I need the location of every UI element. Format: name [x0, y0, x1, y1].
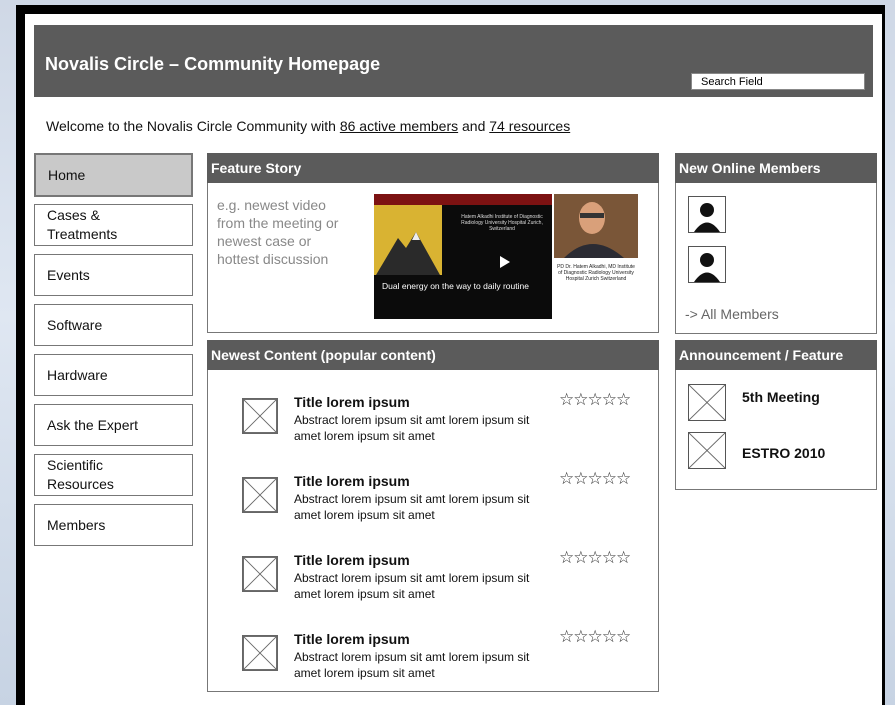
- nav-item-label: Hardware: [47, 366, 108, 383]
- nav-item-label: Cases & Treatments: [47, 207, 118, 242]
- video-caption: Dual energy on the way to daily routine: [382, 281, 529, 291]
- image-placeholder-icon: [242, 477, 278, 513]
- content-item[interactable]: Title lorem ipsum Abstract lorem ipsum s…: [242, 548, 662, 620]
- content-item-abstract: Abstract lorem ipsum sit amt lorem ipsum…: [294, 650, 530, 680]
- content-item-title[interactable]: Title lorem ipsum: [294, 552, 410, 568]
- feature-story-heading: Feature Story: [207, 153, 659, 183]
- video-slide-image: [374, 205, 442, 275]
- content-item-title[interactable]: Title lorem ipsum: [294, 473, 410, 489]
- content-item[interactable]: Title lorem ipsum Abstract lorem ipsum s…: [242, 390, 662, 462]
- rating-stars-icon[interactable]: ☆☆☆☆☆: [559, 627, 631, 647]
- nav-item-label: Software: [47, 316, 103, 333]
- nav-item-hardware[interactable]: Hardware: [34, 354, 193, 396]
- video-small-text: Hatem Alkadhi Institute of Diagnostic Ra…: [461, 214, 543, 232]
- welcome-message: Welcome to the Novalis Circle Community …: [46, 118, 570, 134]
- image-placeholder-icon: [242, 635, 278, 671]
- image-placeholder-icon: [688, 384, 726, 421]
- nav-item-label: Ask the Expert: [47, 416, 139, 433]
- person-silhouette-icon: [694, 203, 720, 232]
- all-members-link[interactable]: -> All Members: [685, 306, 779, 322]
- nav-item-label: Home: [48, 166, 86, 183]
- nav-item-label: Events: [47, 266, 90, 283]
- announcement-item-label[interactable]: ESTRO 2010: [742, 445, 825, 461]
- speaker-photo: [554, 194, 638, 258]
- image-placeholder-icon: [242, 556, 278, 592]
- image-placeholder-icon: [242, 398, 278, 434]
- active-members-link[interactable]: 86 active members: [340, 118, 458, 134]
- rating-stars-icon[interactable]: ☆☆☆☆☆: [559, 548, 631, 568]
- nav-item-home[interactable]: Home: [34, 153, 193, 197]
- nav-item-events[interactable]: Events: [34, 254, 193, 296]
- play-icon[interactable]: [500, 256, 510, 268]
- search-input[interactable]: Search Field: [691, 73, 865, 90]
- feature-video[interactable]: Hatem Alkadhi Institute of Diagnostic Ra…: [374, 194, 552, 319]
- nav-item-label: Members: [47, 516, 106, 533]
- nav-item-scientific-resources[interactable]: Scientific Resources: [34, 454, 193, 496]
- nav-item-software[interactable]: Software: [34, 304, 193, 346]
- nav-item-cases-treatments[interactable]: Cases & Treatments: [34, 204, 193, 246]
- welcome-prefix: Welcome to the Novalis Circle Community …: [46, 118, 340, 134]
- content-item[interactable]: Title lorem ipsum Abstract lorem ipsum s…: [242, 627, 662, 699]
- mountain-icon: [376, 232, 440, 275]
- site-header: Novalis Circle – Community Homepage Sear…: [34, 25, 873, 97]
- content-item-title[interactable]: Title lorem ipsum: [294, 631, 410, 647]
- content-item-abstract: Abstract lorem ipsum sit amt lorem ipsum…: [294, 571, 530, 601]
- rating-stars-icon[interactable]: ☆☆☆☆☆: [559, 469, 631, 489]
- person-silhouette-icon: [694, 253, 720, 282]
- online-members-panel: New Online Members -> All Members: [675, 153, 877, 334]
- announcement-heading: Announcement / Feature: [675, 340, 877, 370]
- newest-content-heading: Newest Content (popular content): [207, 340, 659, 370]
- page: Novalis Circle – Community Homepage Sear…: [25, 14, 882, 705]
- video-title-bar: [374, 194, 552, 205]
- content-item-title[interactable]: Title lorem ipsum: [294, 394, 410, 410]
- resources-link[interactable]: 74 resources: [489, 118, 570, 134]
- nav-item-ask-the-expert[interactable]: Ask the Expert: [34, 404, 193, 446]
- feature-story-panel: Feature Story e.g. newest video from the…: [207, 153, 659, 333]
- nav-item-members[interactable]: Members: [34, 504, 193, 546]
- announcement-panel: Announcement / Feature 5th Meeting ESTRO…: [675, 340, 877, 490]
- content-item-abstract: Abstract lorem ipsum sit amt lorem ipsum…: [294, 492, 530, 522]
- rating-stars-icon[interactable]: ☆☆☆☆☆: [559, 390, 631, 410]
- nav-item-label: Scientific Resources: [47, 457, 114, 492]
- speaker-portrait: PD Dr. Hatem Alkadhi, MD Institute of Di…: [554, 194, 638, 319]
- content-item-abstract: Abstract lorem ipsum sit amt lorem ipsum…: [294, 413, 530, 443]
- member-avatar-icon[interactable]: [688, 196, 726, 233]
- speaker-text: PD Dr. Hatem Alkadhi, MD Institute of Di…: [557, 264, 635, 282]
- person-photo-icon: [554, 194, 638, 258]
- feature-story-text: e.g. newest video from the meeting or ne…: [217, 197, 339, 267]
- newest-content-panel: Newest Content (popular content) Title l…: [207, 340, 659, 692]
- welcome-middle: and: [458, 118, 490, 134]
- content-item[interactable]: Title lorem ipsum Abstract lorem ipsum s…: [242, 469, 662, 541]
- image-placeholder-icon: [688, 432, 726, 469]
- member-avatar-icon[interactable]: [688, 246, 726, 283]
- site-title: Novalis Circle – Community Homepage: [45, 54, 381, 74]
- online-members-heading: New Online Members: [675, 153, 877, 183]
- announcement-item-label[interactable]: 5th Meeting: [742, 389, 820, 405]
